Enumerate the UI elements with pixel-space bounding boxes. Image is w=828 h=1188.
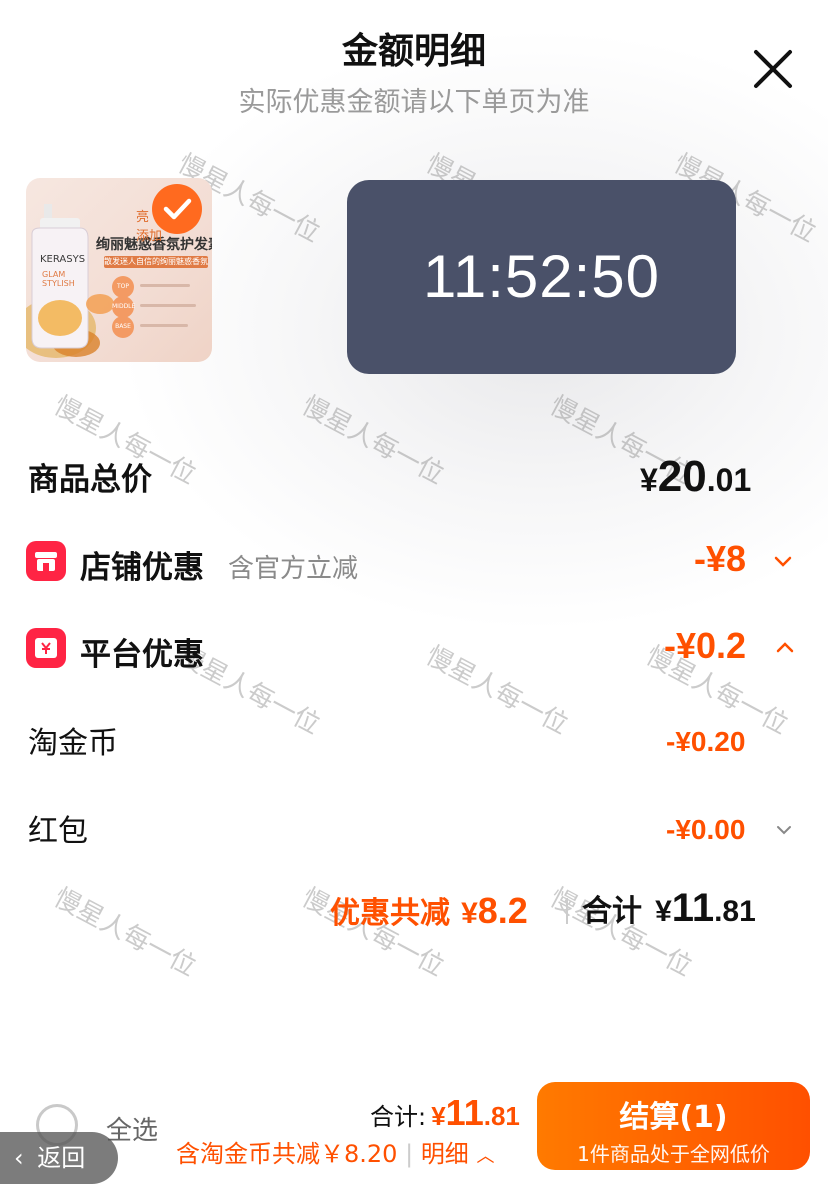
total-price-label: 商品总价 xyxy=(28,462,152,498)
watermark: 慢星人每一位 xyxy=(48,882,201,983)
back-button[interactable]: ‹ 返回 xyxy=(0,1132,118,1184)
bottom-total-decimal: .81 xyxy=(483,1101,520,1131)
bottom-total-currency: ¥ xyxy=(431,1101,446,1131)
checkout-button[interactable]: 结算(1) 1件商品处于全网低价 xyxy=(537,1082,810,1170)
taojinbi-amount: -¥0.20 xyxy=(666,726,746,757)
chevron-down-icon[interactable] xyxy=(774,820,794,840)
note-top: TOP xyxy=(112,276,134,298)
summary-total-decimal: .81 xyxy=(714,895,756,928)
coin-discount-text: 含淘金币共减￥8.20 xyxy=(176,1140,398,1168)
note-middle: MIDDLE xyxy=(112,296,135,318)
note-line xyxy=(140,284,190,287)
clock-overlay: 11:52:50 xyxy=(347,180,736,374)
summary-total-currency: ¥ xyxy=(655,895,672,928)
summary-total: 合计 ¥11.81 xyxy=(582,886,756,931)
hongbao-amount[interactable]: -¥0.00 xyxy=(666,814,745,846)
chevron-up-icon: ︿ xyxy=(476,1146,495,1167)
watermark: 慢星人每一位 xyxy=(296,390,449,491)
checkout-subtitle: 1件商品处于全网低价 xyxy=(577,1142,770,1166)
note-line xyxy=(140,324,188,327)
back-arrow-icon: ‹ xyxy=(14,1144,24,1172)
back-label: 返回 xyxy=(37,1144,86,1172)
discount-summary: 优惠共减 ¥8.2 xyxy=(330,888,528,932)
total-price-integer: 20 xyxy=(657,452,707,501)
page-subtitle: 实际优惠金额请以下单页为准 xyxy=(238,87,590,118)
shop-discount-amount[interactable]: -¥8 xyxy=(694,538,746,580)
total-price-currency: ¥ xyxy=(640,462,658,498)
product-line: GLAM STYLISH xyxy=(42,270,75,288)
chevron-down-icon[interactable] xyxy=(772,550,794,572)
detail-link[interactable]: 明细 xyxy=(421,1140,469,1168)
discount-summary-currency: ¥ xyxy=(461,897,478,930)
bottom-total-integer: 11 xyxy=(445,1092,484,1133)
select-all-label[interactable]: 全选 xyxy=(106,1110,158,1147)
shop-icon xyxy=(26,541,66,581)
summary-total-integer: 11 xyxy=(671,886,715,930)
total-price-amount: ¥20.01 xyxy=(640,452,751,502)
checkout-label: 结算(1) xyxy=(619,1100,728,1135)
detail-separator: | xyxy=(405,1140,414,1168)
close-button[interactable] xyxy=(750,46,796,92)
note-base: BASE xyxy=(112,316,134,338)
coin-discount-note[interactable]: 含淘金币共减￥8.20 | 明细 ︿ xyxy=(176,1134,494,1169)
selected-check xyxy=(152,184,202,234)
total-price-decimal: .01 xyxy=(706,462,752,498)
summary-total-label: 合计 xyxy=(582,894,642,929)
check-icon xyxy=(163,198,192,220)
platform-discount-amount[interactable]: -¥0.2 xyxy=(664,625,746,667)
shop-discount-label: 店铺优惠 xyxy=(80,550,204,586)
platform-discount-label: 平台优惠 xyxy=(80,637,204,673)
product-brand: KERASYS xyxy=(40,254,86,265)
taojinbi-label: 淘金币 xyxy=(28,726,118,761)
close-icon xyxy=(754,50,792,88)
bottom-total: 合计: ¥11.81 xyxy=(370,1092,520,1134)
page-title: 金额明细 xyxy=(341,31,486,72)
note-line xyxy=(140,304,196,307)
bottom-total-label: 合计: xyxy=(370,1103,427,1131)
chevron-up-icon[interactable] xyxy=(774,637,796,659)
platform-coupon-icon xyxy=(26,628,66,668)
discount-summary-value: 8.2 xyxy=(477,890,528,931)
product-subline: 散发迷人自信的绚丽魅惑香氛 xyxy=(104,256,208,268)
hongbao-label: 红包 xyxy=(28,814,88,849)
summary-divider xyxy=(566,898,568,924)
watermark: 慢星人每一位 xyxy=(420,640,573,741)
shop-discount-note: 含官方立减 xyxy=(228,554,359,584)
discount-summary-label: 优惠共减 xyxy=(330,896,450,931)
